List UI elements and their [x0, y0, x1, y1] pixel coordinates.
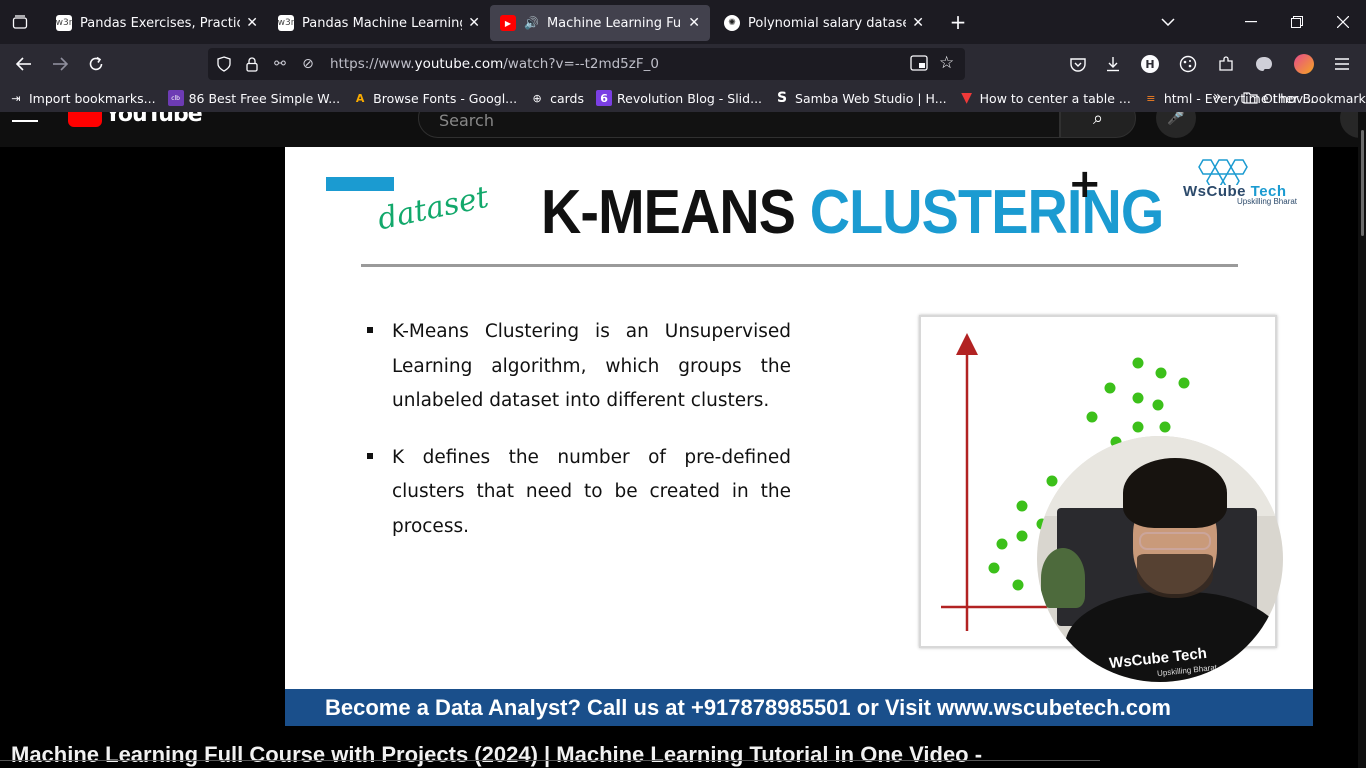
openai-icon: ✺ — [724, 15, 740, 31]
import-icon: ⇥ — [11, 91, 21, 105]
bookmark-revolution[interactable]: 6 Revolution Blog - Slid... — [596, 90, 762, 106]
y-axis-arrow-icon — [956, 333, 978, 355]
bullet-square-icon — [367, 441, 392, 545]
close-tab-icon[interactable]: ✕ — [246, 15, 258, 31]
tab-polynomial-salary[interactable]: ✺ Polynomial salary dataset ✕ — [714, 5, 934, 41]
bookmark-star-icon[interactable]: ☆ — [939, 53, 954, 73]
video-player[interactable]: dataset K-MEANS CLUSTERING + WsCube Tech… — [285, 147, 1313, 726]
w3resource-icon: w3r — [278, 15, 294, 31]
promo-banner: Become a Data Analyst? Call us at +91787… — [285, 689, 1313, 726]
tab-title: Pandas Machine Learning Integ — [302, 15, 463, 31]
divider — [0, 760, 1100, 761]
bullet-list: K-Means Clustering is an Unsupervised Le… — [367, 315, 791, 566]
forward-icon[interactable] — [42, 48, 78, 80]
tab-title: Pandas Exercises, Practice, Solut — [80, 15, 241, 31]
shield-icon[interactable] — [210, 56, 238, 72]
tab-title: Polynomial salary dataset — [748, 15, 907, 31]
youtube-logo[interactable]: YouTube — [68, 112, 203, 127]
close-tab-icon[interactable]: ✕ — [912, 15, 924, 31]
tab-overview-icon[interactable] — [0, 0, 40, 44]
minimize-icon[interactable] — [1228, 0, 1274, 44]
google-fonts-icon: A — [355, 91, 365, 105]
tab-pandas-ml[interactable]: w3r Pandas Machine Learning Integ ✕ — [268, 5, 490, 41]
title-divider — [361, 264, 1238, 267]
bookmark-google-fonts[interactable]: A Browse Fonts - Googl... — [352, 90, 517, 106]
search-icon[interactable]: ⌕ — [1060, 112, 1136, 138]
extension-palette-icon[interactable] — [1252, 52, 1276, 76]
navigation-toolbar: ⚯ ⊘ https://www.youtube.com/watch?v=--t2… — [0, 44, 1366, 84]
bookmark-colorlib[interactable]: clb 86 Best Free Simple W... — [167, 90, 340, 106]
url-text[interactable]: https://www.youtube.com/watch?v=--t2md5z… — [330, 56, 659, 72]
bookmark-center-table[interactable]: ▼ How to center a table ... — [959, 90, 1131, 106]
folder-icon — [1242, 90, 1258, 106]
bookmark-other-folder[interactable]: Other Bookmarks — [1242, 90, 1366, 106]
picture-in-picture-icon[interactable] — [910, 55, 928, 75]
bullet-item: K-Means Clustering is an Unsupervised Le… — [367, 315, 791, 419]
bullet-text: K defines the number of pre-defined clus… — [392, 446, 791, 537]
download-icon[interactable] — [1101, 52, 1125, 76]
bullet-item: K defines the number of pre-defined clus… — [367, 441, 791, 545]
guide-menu-icon[interactable] — [12, 112, 38, 122]
wscube-tech-logo: WsCube Tech Upskilling Bharat — [1183, 157, 1305, 207]
brand-tagline: Upskilling Bharat — [1237, 197, 1298, 206]
bookmarks-toolbar: ⇥ Import bookmarks... clb 86 Best Free Sim… — [0, 84, 1366, 112]
youtube-icon: ▶ — [500, 15, 516, 31]
plus-icon: + — [949, 10, 967, 34]
youtube-header: YouTube Search ⌕ 🎤 — [0, 112, 1366, 147]
menu-hamburger-icon[interactable] — [1330, 52, 1354, 76]
more-bookmarks-chevron-icon[interactable]: » — [1213, 89, 1222, 105]
globe-icon: ⊕ — [532, 91, 542, 105]
close-tab-icon[interactable]: ✕ — [468, 15, 480, 31]
hexagon-logo-icon — [1198, 159, 1248, 185]
video-title: Machine Learning Full Course with Projec… — [11, 742, 983, 767]
bookmark-cards[interactable]: ⊕ cards — [529, 90, 585, 106]
glasses-icon — [1139, 532, 1211, 550]
extension-cookie-icon[interactable] — [1176, 52, 1200, 76]
samba-icon: S — [776, 90, 788, 106]
extensions-puzzle-icon[interactable] — [1214, 52, 1238, 76]
account-icon[interactable]: H — [1138, 52, 1162, 76]
restore-icon[interactable] — [1274, 0, 1320, 44]
w3resource-icon: w3r — [56, 15, 72, 31]
presenter-webcam: WsCube Tech Upskilling Bharat — [1037, 436, 1283, 682]
reload-icon[interactable] — [78, 48, 114, 80]
bullet-text: K-Means Clustering is an Unsupervised Le… — [392, 321, 791, 411]
stackoverflow-icon: ≡ — [1146, 91, 1156, 105]
tracking-blocked-icon[interactable]: ⊘ — [294, 56, 322, 72]
plus-annotation: + — [1068, 161, 1102, 207]
plant-background — [1041, 548, 1085, 608]
bullet-square-icon — [367, 315, 392, 419]
youtube-play-logo-icon — [68, 112, 102, 127]
back-icon[interactable] — [6, 48, 42, 80]
address-bar[interactable]: ⚯ ⊘ https://www.youtube.com/watch?v=--t2… — [208, 48, 965, 80]
revolution-icon: 6 — [596, 90, 613, 106]
close-tab-icon[interactable]: ✕ — [688, 15, 700, 31]
pocket-icon[interactable] — [1066, 52, 1090, 76]
tab-pandas-exercises[interactable]: w3r Pandas Exercises, Practice, Solut ✕ — [46, 5, 268, 41]
tab-youtube-ml-course[interactable]: ▶ 🔊 Machine Learning Full Cour ✕ — [490, 5, 710, 41]
close-window-icon[interactable] — [1320, 0, 1366, 44]
permissions-icon[interactable]: ⚯ — [266, 56, 294, 72]
microphone-icon[interactable]: 🎤 — [1156, 112, 1196, 138]
audio-playing-icon[interactable]: 🔊 — [524, 16, 539, 30]
list-all-tabs-icon[interactable] — [1145, 0, 1191, 44]
bookmark-import[interactable]: ⇥ Import bookmarks... — [8, 90, 155, 106]
new-tab-button[interactable]: + — [940, 4, 976, 40]
bookmark-samba[interactable]: S Samba Web Studio | H... — [774, 90, 947, 106]
lock-icon[interactable] — [238, 56, 266, 72]
tab-bar: w3r Pandas Exercises, Practice, Solut ✕ … — [0, 0, 1366, 44]
slide-accent-bar — [326, 177, 394, 191]
profile-avatar-icon[interactable] — [1292, 52, 1316, 76]
vivaldi-icon: ▼ — [961, 90, 973, 106]
search-input[interactable]: Search — [418, 112, 1060, 138]
tab-title: Machine Learning Full Cour — [546, 15, 682, 31]
colorlib-icon: clb — [167, 90, 184, 106]
page-scrollbar-thumb[interactable] — [1361, 130, 1364, 236]
